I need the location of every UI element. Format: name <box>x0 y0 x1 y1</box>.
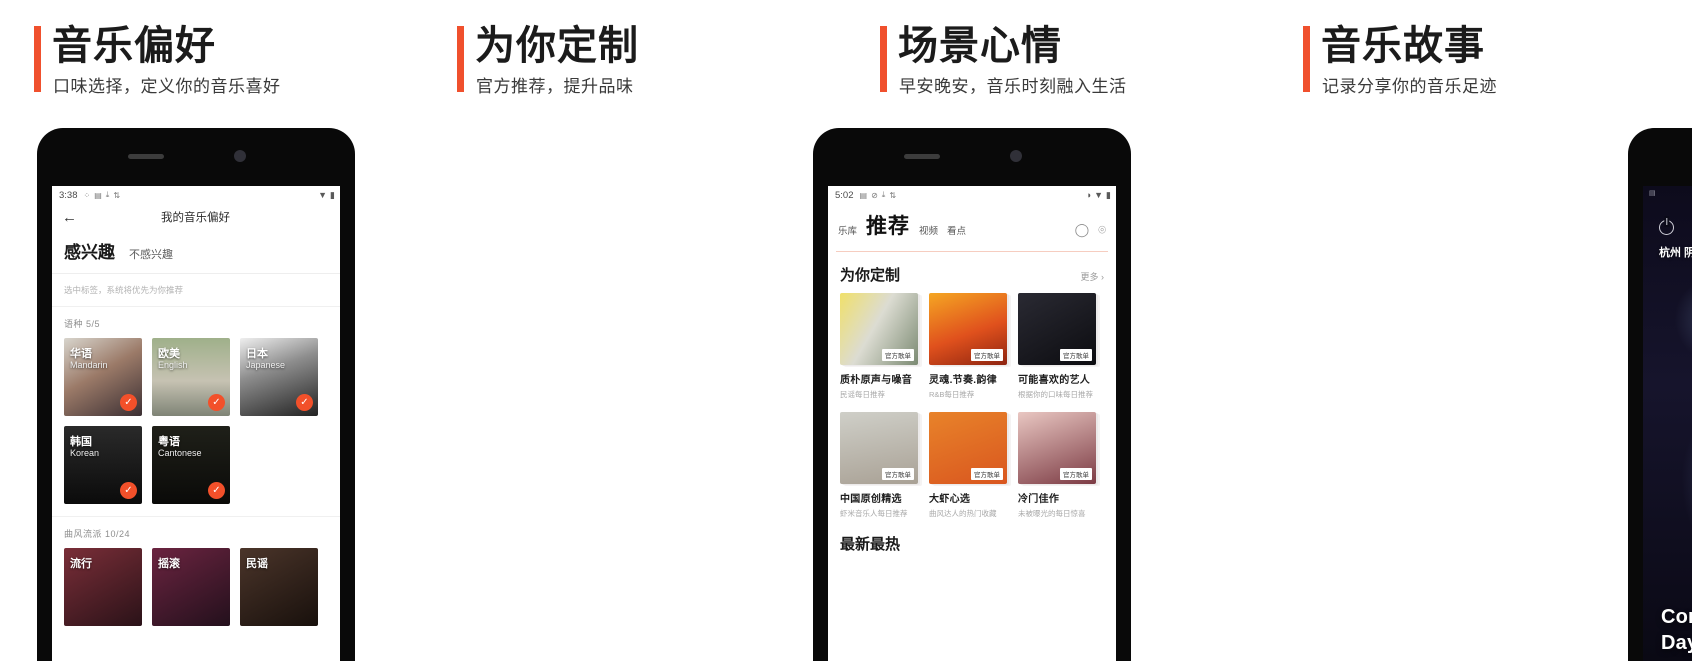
tile-cantonese[interactable]: 粤语 Cantonese ✓ <box>152 426 230 504</box>
group-genre: 曲风流派 10/24 流行 摇滚 民谣 <box>52 516 340 626</box>
heading-block: 音乐故事 记录分享你的音乐足迹 <box>1269 0 1692 100</box>
status-icons: ⁘ ▤ ⤓ ⇅ <box>84 190 121 200</box>
tile-label-cn: 民谣 <box>246 558 268 570</box>
page-title: 音乐故事 <box>1321 24 1485 68</box>
panel-music-preference: 音乐偏好 口味选择，定义你的音乐喜好 3:38 ⁘ ▤ ⤓ ⇅ ▼ ▮ ← 我的… <box>0 0 423 661</box>
tile-grid: 华语 Mandarin ✓ 欧美 English ✓ 日本 Japanese ✓… <box>64 338 328 504</box>
tile-grid: 流行 摇滚 民谣 <box>64 548 328 626</box>
page-title: 为你定制 <box>475 24 639 68</box>
check-icon: ✓ <box>296 394 313 411</box>
vibrate-icon: ⁘ <box>83 190 91 200</box>
heading-block: 为你定制 官方推荐，提升品味 <box>423 0 846 100</box>
front-camera <box>234 150 246 162</box>
interest-segment: 感兴趣 不感兴趣 <box>52 232 340 273</box>
check-icon: ✓ <box>120 394 137 411</box>
page-subtitle: 官方推荐，提升品味 <box>476 77 634 96</box>
back-button[interactable]: ← <box>62 209 77 226</box>
panel-customized: 为你定制 官方推荐，提升品味 5:02 ▤ ⊘ ⤓ ⇅ ◑ ▼ ▮ 乐库 推荐 … <box>423 0 1131 661</box>
tile-label-cn: 粤语 <box>158 436 180 448</box>
tile-label-cn: 欧美 <box>158 348 180 360</box>
tile-mandarin[interactable]: 华语 Mandarin ✓ <box>64 338 142 416</box>
image-icon: ▤ <box>94 190 102 200</box>
download-icon: ⤓ <box>105 190 110 199</box>
status-bar: 3:38 ⁘ ▤ ⤓ ⇅ ▼ ▮ <box>52 186 340 202</box>
panel-scene-mood: 场景心情 早安晚安，音乐时刻融入生活 ▤ ◑ ▼ ▮ 杭州 阴 <box>846 0 1692 661</box>
check-icon: ✓ <box>208 482 225 499</box>
accent-bar <box>1303 26 1310 92</box>
page-subtitle: 早安晚安，音乐时刻融入生活 <box>899 77 1127 96</box>
check-icon: ✓ <box>208 394 225 411</box>
tab-interested[interactable]: 感兴趣 <box>64 238 115 263</box>
tile-label-en: Korean <box>70 448 100 458</box>
tile-pop[interactable]: 流行 <box>64 548 142 626</box>
accent-bar <box>34 26 41 92</box>
heading-block: 场景心情 早安晚安，音乐时刻融入生活 <box>846 0 1269 100</box>
wifi-icon: ▼ <box>318 190 328 200</box>
tile-label-en: Cantonese <box>158 448 202 458</box>
tile-korean[interactable]: 韩国 Korean ✓ <box>64 426 142 504</box>
group-label: 语种 5/5 <box>64 319 101 329</box>
tile-label-cn: 华语 <box>70 348 92 360</box>
status-clock: 3:38 <box>59 189 78 201</box>
page-subtitle: 口味选择，定义你的音乐喜好 <box>53 77 281 96</box>
sync-icon: ⇅ <box>113 190 121 200</box>
group-language: 语种 5/5 华语 Mandarin ✓ 欧美 English ✓ 日本 Jap… <box>52 306 340 504</box>
tile-label-cn: 流行 <box>70 558 92 570</box>
hint-text: 选中标签，系统将优先为你推荐 <box>52 273 340 306</box>
status-right-icons: ▼ ▮ <box>318 190 335 201</box>
tile-japanese[interactable]: 日本 Japanese ✓ <box>240 338 318 416</box>
accent-bar <box>457 26 464 92</box>
tile-english[interactable]: 欧美 English ✓ <box>152 338 230 416</box>
phone-mockup-1: 3:38 ⁘ ▤ ⤓ ⇅ ▼ ▮ ← 我的音乐偏好 感兴趣 不感兴趣 选中标签，… <box>37 128 355 661</box>
tile-folk[interactable]: 民谣 <box>240 548 318 626</box>
page-title: 音乐偏好 <box>52 24 216 68</box>
accent-bar <box>880 26 887 92</box>
promo-board: 音乐偏好 口味选择，定义你的音乐喜好 3:38 ⁘ ▤ ⤓ ⇅ ▼ ▮ ← 我的… <box>0 0 1692 661</box>
speaker-grille <box>128 154 164 159</box>
page-subtitle: 记录分享你的音乐足迹 <box>1322 77 1497 96</box>
tile-label-cn: 日本 <box>246 348 268 360</box>
app-nav-bar: ← 我的音乐偏好 <box>52 202 340 232</box>
tile-label-cn: 韩国 <box>70 436 92 448</box>
panel-music-story: 音乐故事 记录分享你的音乐足迹 ◴ ▼ ◢ ▮ 4:28 <box>1269 0 1692 661</box>
tile-rock[interactable]: 摇滚 <box>152 548 230 626</box>
tile-label-cn: 摇滚 <box>158 558 180 570</box>
phone-notch <box>37 128 355 186</box>
page-title: 场景心情 <box>898 24 1062 68</box>
tile-label-en: Japanese <box>246 360 286 370</box>
heading-block: 音乐偏好 口味选择，定义你的音乐喜好 <box>0 0 423 100</box>
tile-label-en: English <box>158 360 188 370</box>
nav-title: 我的音乐偏好 <box>161 212 230 224</box>
phone-screen-1: 3:38 ⁘ ▤ ⤓ ⇅ ▼ ▮ ← 我的音乐偏好 感兴趣 不感兴趣 选中标签，… <box>52 186 340 661</box>
check-icon: ✓ <box>120 482 137 499</box>
tab-not-interested[interactable]: 不感兴趣 <box>129 246 173 262</box>
battery-icon: ▮ <box>330 189 335 200</box>
group-label: 曲风流派 10/24 <box>64 529 131 539</box>
tile-label-en: Mandarin <box>70 360 108 370</box>
